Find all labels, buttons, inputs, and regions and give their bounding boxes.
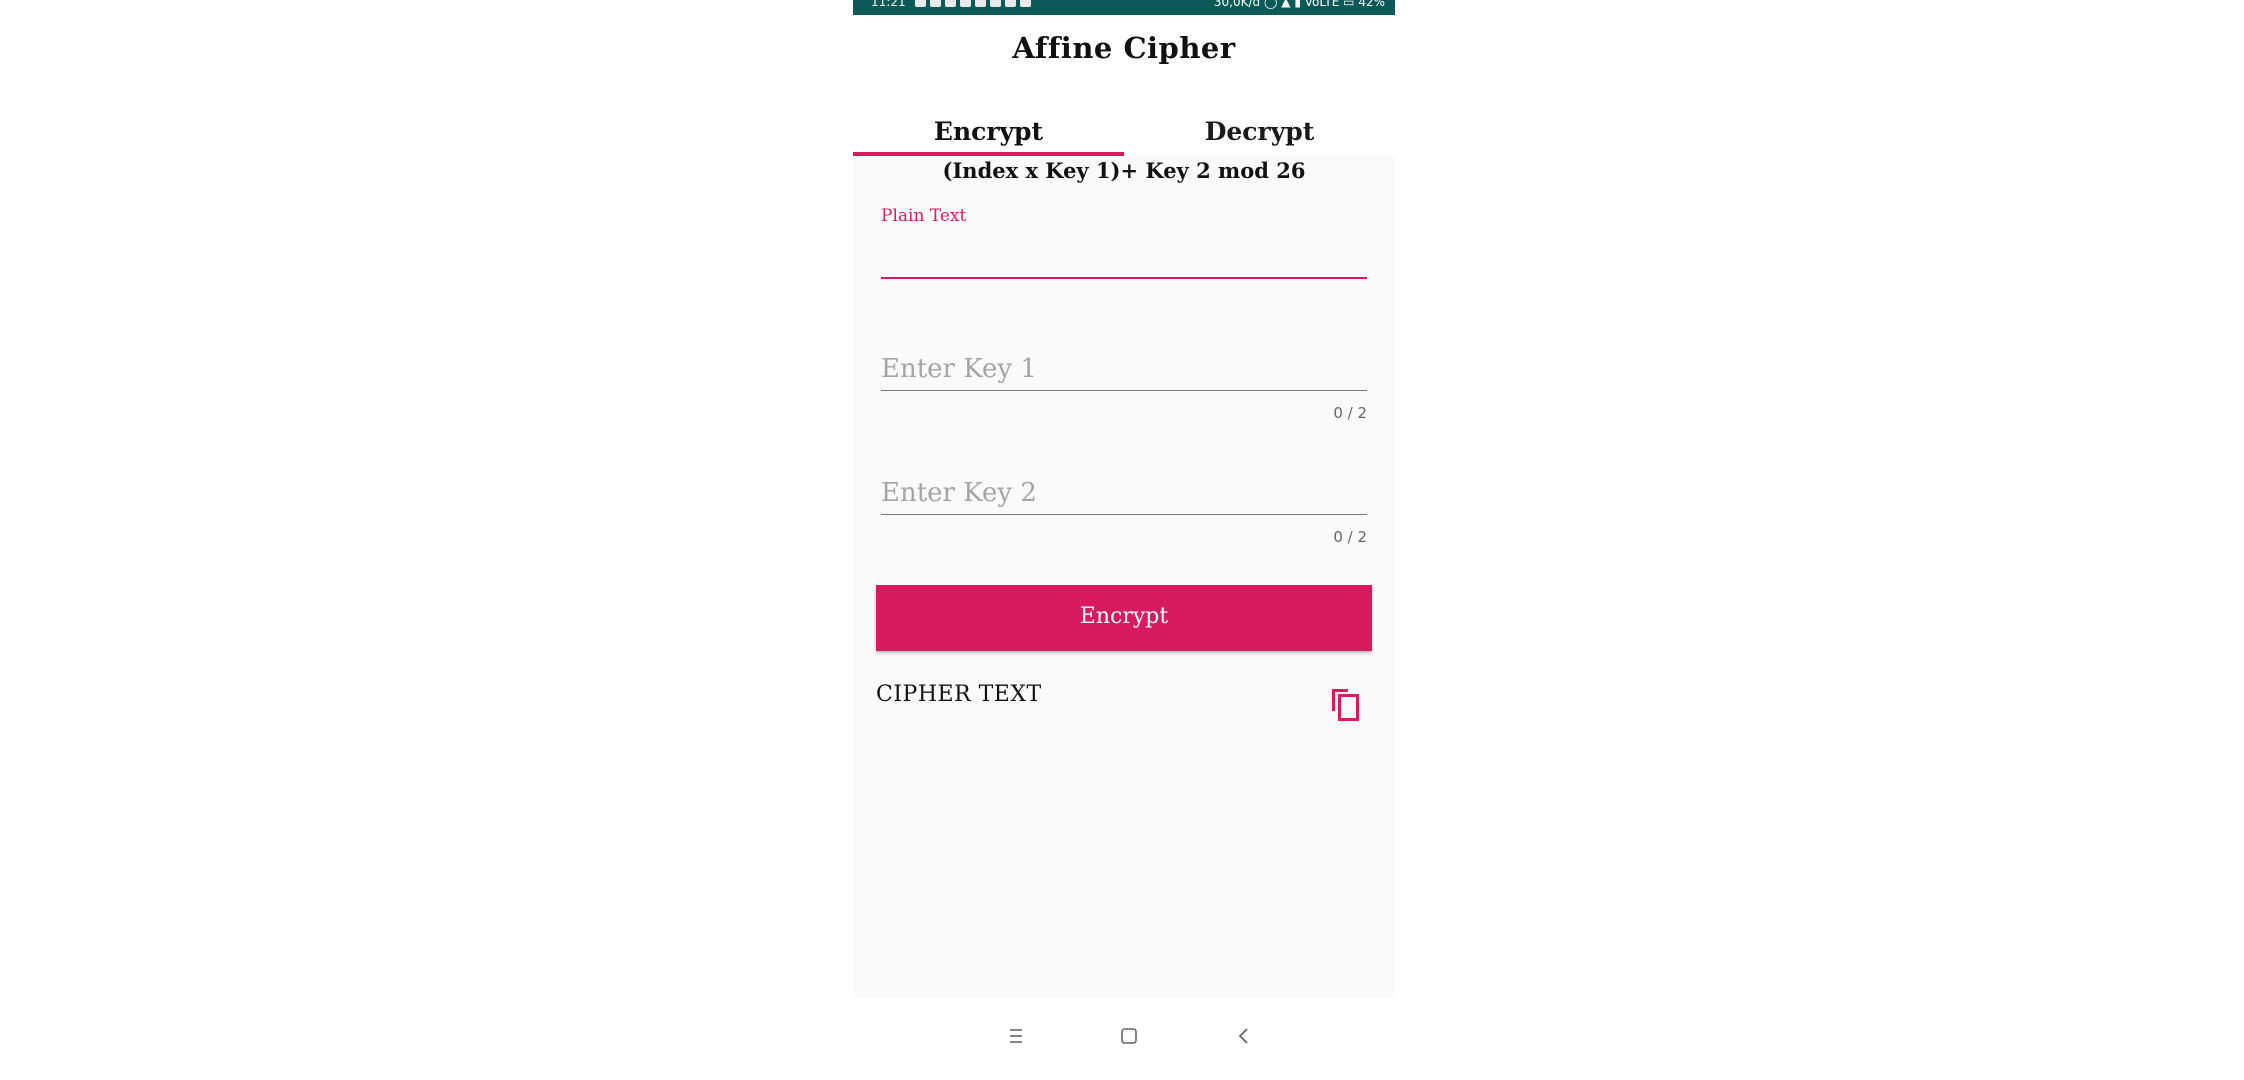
menu-icon[interactable] (1001, 1021, 1031, 1051)
notification-icons (915, 0, 1035, 9)
app-header: Affine Cipher Encrypt Decrypt (853, 15, 1395, 156)
status-bar: 11:21 30,0K/d ◯ ▲ ▮ VoLTE ▭ 42% (853, 0, 1395, 15)
notification-icon (1020, 0, 1032, 7)
status-left: 11:21 (871, 0, 1035, 9)
battery-level: 42% (1358, 0, 1385, 9)
tab-encrypt-label: Encrypt (933, 117, 1044, 146)
status-time: 11:21 (871, 0, 906, 9)
notification-icon (990, 0, 1002, 7)
battery-icon: ▭ (1343, 0, 1355, 9)
notification-icon (1005, 0, 1017, 7)
key2-underline (881, 514, 1367, 515)
tab-encrypt[interactable]: Encrypt (853, 97, 1124, 156)
notification-icon (945, 0, 957, 7)
status-right: 30,0K/d ◯ ▲ ▮ VoLTE ▭ 42% (1214, 0, 1385, 9)
network-speed: 30,0K/d (1213, 0, 1261, 9)
notification-icon (915, 0, 927, 7)
plain-text-underline (881, 277, 1367, 279)
alarm-icon: ◯ (1263, 0, 1278, 9)
key1-underline (881, 390, 1367, 391)
key1-counter: 0 / 2 (1333, 404, 1367, 422)
app-title: Affine Cipher (1012, 31, 1236, 65)
key2-field[interactable]: Enter Key 2 0 / 2 (881, 476, 1367, 586)
cipher-text-output: CIPHER TEXT (876, 682, 1042, 707)
notification-icon (975, 0, 987, 7)
plain-text-field[interactable]: Plain Text (881, 206, 1367, 281)
copy-icon[interactable] (1328, 685, 1362, 723)
back-icon[interactable] (1229, 1021, 1259, 1051)
signal-icon: ▮ (1294, 0, 1301, 9)
notification-icon (930, 0, 942, 7)
tab-decrypt-label: Decrypt (1204, 117, 1315, 146)
plain-text-label: Plain Text (881, 206, 967, 226)
notification-icon (960, 0, 972, 7)
key2-counter: 0 / 2 (1333, 528, 1367, 546)
formula-text: (Index x Key 1)+ Key 2 mod 26 (942, 158, 1306, 183)
home-icon[interactable] (1114, 1021, 1144, 1051)
carrier-label: VoLTE (1304, 0, 1340, 9)
encrypt-button[interactable]: Encrypt (876, 585, 1372, 651)
phone-screen: 11:21 30,0K/d ◯ ▲ ▮ VoLTE ▭ 42% Affine C… (853, 0, 1395, 1080)
key1-field[interactable]: Enter Key 1 0 / 2 (881, 352, 1367, 462)
system-nav-bar (853, 998, 1395, 1080)
wifi-icon: ▲ (1281, 0, 1291, 9)
key1-input[interactable]: Enter Key 1 (881, 354, 1037, 384)
key2-input[interactable]: Enter Key 2 (881, 478, 1037, 508)
encrypt-panel: (Index x Key 1)+ Key 2 mod 26 Plain Text… (853, 156, 1395, 998)
tab-decrypt[interactable]: Decrypt (1124, 97, 1395, 156)
